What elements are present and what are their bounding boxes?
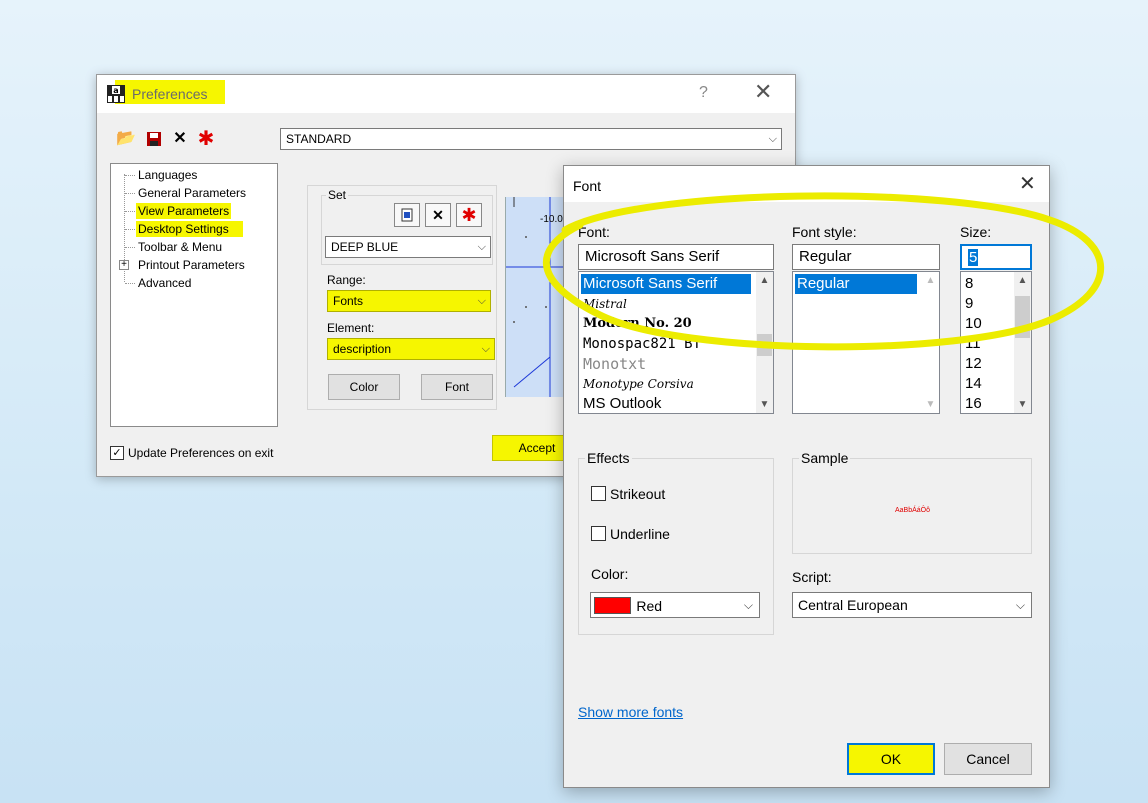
font-option-monotype-corsiva[interactable]: Monotype Corsiva: [581, 374, 694, 394]
range-combo-value: Fonts: [333, 294, 364, 308]
underline-label: Underline: [610, 526, 670, 542]
tree-connector: [125, 175, 135, 176]
cancel-button[interactable]: Cancel: [944, 743, 1032, 775]
chevron-down-icon: ⌵: [768, 133, 777, 145]
color-swatch: [594, 597, 631, 615]
chevron-down-icon: ⌵: [481, 343, 490, 355]
help-button[interactable]: ?: [699, 84, 708, 102]
script-label: Script:: [792, 569, 832, 585]
set-combo[interactable]: DEEP BLUE ⌵: [325, 236, 491, 258]
preferences-titlebar: a Preferences ? ✕: [97, 75, 795, 113]
tree-connector: [125, 229, 135, 230]
color-button[interactable]: Color: [328, 374, 400, 400]
svg-text:a: a: [113, 86, 118, 95]
chevron-down-icon: ⌵: [477, 241, 486, 253]
set-new-icon[interactable]: ✱: [456, 203, 482, 227]
tree-connector: [125, 247, 135, 248]
sample-text: AaBbÁáÔô: [895, 507, 931, 514]
profile-combo-value: STANDARD: [286, 132, 352, 146]
element-label: Element:: [327, 321, 375, 335]
app-icon: a: [107, 85, 125, 103]
sample-group: Sample AaBbÁáÔô: [792, 450, 1032, 554]
element-combo[interactable]: description ⌵: [327, 338, 495, 360]
tree-connector: [125, 211, 135, 212]
scroll-down-icon: ▼: [925, 399, 936, 410]
scroll-down-icon[interactable]: ▼: [756, 396, 773, 413]
strikeout-label: Strikeout: [610, 486, 666, 502]
font-button[interactable]: Font: [421, 374, 493, 400]
preferences-tree: + Languages General Parameters View Para…: [110, 163, 278, 427]
set-group-label: Set: [326, 188, 349, 202]
element-combo-value: description: [333, 342, 392, 356]
update-checkbox[interactable]: ✓: [110, 446, 124, 460]
size-option-16[interactable]: 16: [963, 394, 982, 413]
open-folder-icon[interactable]: 📂: [115, 129, 137, 149]
set-copy-icon[interactable]: [394, 203, 420, 227]
show-more-fonts-link[interactable]: Show more fonts: [578, 704, 683, 720]
range-label: Range:: [327, 273, 366, 287]
tree-item-advanced[interactable]: Advanced: [136, 275, 193, 291]
font-option-ms-outlook[interactable]: MS Outlook: [581, 394, 661, 413]
tree-item-view-parameters[interactable]: View Parameters: [136, 203, 232, 219]
close-icon[interactable]: ✕: [754, 81, 772, 103]
chevron-down-icon: ⌵: [743, 598, 753, 612]
color-combo-value: Red: [636, 597, 663, 614]
size-option-14[interactable]: 14: [963, 374, 982, 394]
tree-connector: [125, 193, 135, 194]
underline-checkbox[interactable]: [591, 526, 606, 541]
tree-item-general-parameters[interactable]: General Parameters: [136, 185, 248, 201]
set-delete-icon[interactable]: ✕: [425, 203, 451, 227]
delete-icon[interactable]: ✕: [169, 129, 191, 149]
tree-item-desktop-settings[interactable]: Desktop Settings: [136, 221, 243, 237]
save-icon[interactable]: [143, 129, 165, 149]
preferences-title: Preferences: [132, 86, 208, 102]
sample-label: Sample: [799, 450, 851, 466]
color-label: Color:: [591, 566, 629, 582]
new-icon[interactable]: ✱: [195, 129, 217, 149]
ok-button[interactable]: OK: [847, 743, 935, 775]
strikeout-checkbox[interactable]: [591, 486, 606, 501]
chevron-down-icon: ⌵: [1015, 598, 1025, 612]
scroll-down-icon[interactable]: ▼: [1014, 396, 1031, 413]
tree-item-printout-parameters[interactable]: Printout Parameters: [136, 257, 247, 273]
update-checkbox-label: Update Preferences on exit: [128, 446, 274, 460]
chevron-down-icon: ⌵: [477, 295, 486, 307]
expand-icon[interactable]: +: [119, 260, 129, 270]
color-combo[interactable]: Red ⌵: [590, 592, 760, 618]
tree-connector: [125, 283, 135, 284]
marker-annotation: [542, 192, 1105, 351]
script-combo-value: Central European: [798, 597, 908, 613]
set-combo-value: DEEP BLUE: [331, 240, 399, 254]
tree-item-toolbar-menu[interactable]: Toolbar & Menu: [136, 239, 224, 255]
profile-combo[interactable]: STANDARD ⌵: [280, 128, 782, 150]
tree-item-languages[interactable]: Languages: [136, 167, 199, 183]
range-combo[interactable]: Fonts ⌵: [327, 290, 491, 312]
effects-label: Effects: [585, 450, 632, 466]
script-combo[interactable]: Central European ⌵: [792, 592, 1032, 618]
